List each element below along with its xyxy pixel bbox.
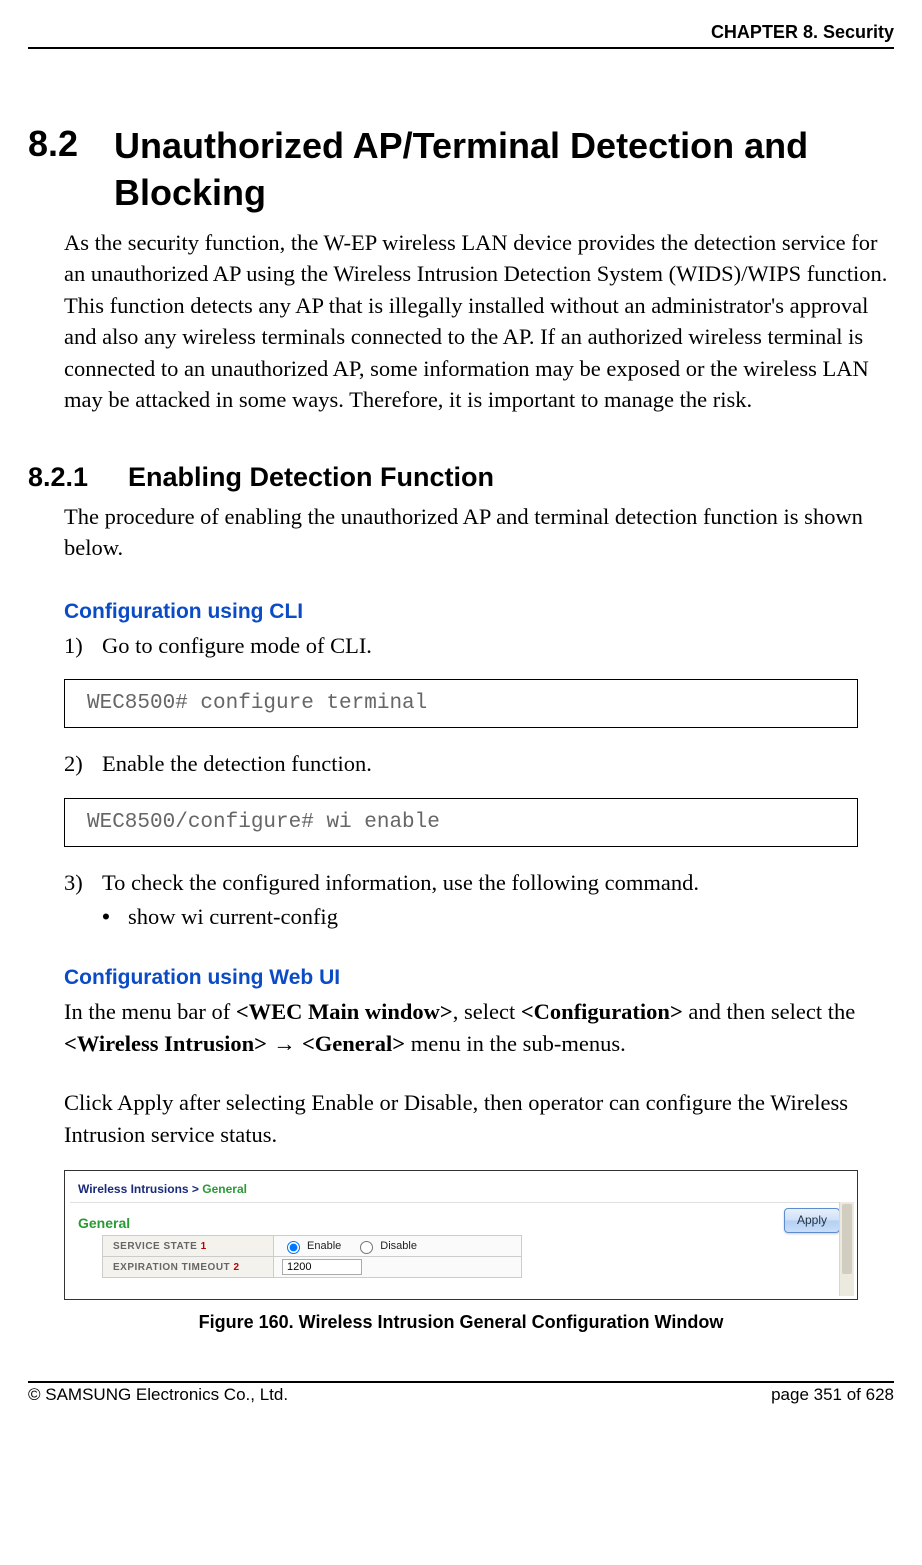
subsection-intro: The procedure of enabling the unauthoriz… [64, 501, 894, 564]
code-block: WEC8500# configure terminal [64, 679, 858, 728]
step-text: Go to configure mode of CLI. [102, 630, 372, 662]
copyright: © SAMSUNG Electronics Co., Ltd. [28, 1385, 288, 1405]
row-label: EXPIRATION TIMEOUT 2 [103, 1257, 274, 1278]
enable-label: Enable [307, 1240, 341, 1252]
list-item: 1) Go to configure mode of CLI. [64, 630, 894, 662]
list-item: 2) Enable the detection function. [64, 748, 894, 780]
page-number: page 351 of 628 [771, 1385, 894, 1405]
table-row: EXPIRATION TIMEOUT 2 [103, 1257, 522, 1278]
code-text: WEC8500# configure terminal [87, 692, 427, 715]
step-marker: 3) [64, 867, 102, 899]
code-block: WEC8500/configure# wi enable [64, 798, 858, 847]
divider [70, 1202, 852, 1203]
form-section-label: General [78, 1215, 834, 1231]
chapter-label: CHAPTER 8. Security [711, 22, 894, 43]
breadcrumb: Wireless Intrusions > General [68, 1174, 854, 1202]
expiration-timeout-input[interactable] [282, 1259, 362, 1275]
page-header: CHAPTER 8. Security [28, 0, 894, 43]
step-marker: 2) [64, 748, 102, 780]
subsection-heading: 8.2.1 Enabling Detection Function [28, 462, 894, 493]
webui-para-1: In the menu bar of <WEC Main window>, se… [64, 996, 894, 1059]
enable-radio[interactable] [287, 1241, 300, 1254]
section-title: Unauthorized AP/Terminal Detection and B… [114, 123, 894, 217]
webui-config-heading: Configuration using Web UI [64, 966, 894, 990]
disable-radio[interactable] [360, 1241, 373, 1254]
scrollbar[interactable] [839, 1202, 854, 1296]
section-number: 8.2 [28, 123, 114, 165]
bullet-item: show wi current-config [102, 904, 894, 930]
list-item: 3) To check the configured information, … [64, 867, 894, 899]
bullet-text: show wi current-config [128, 904, 338, 930]
breadcrumb-leaf: General [202, 1182, 247, 1196]
step-marker: 1) [64, 630, 102, 662]
step-text: Enable the detection function. [102, 748, 372, 780]
cli-config-heading: Configuration using CLI [64, 600, 894, 624]
webui-para-2: Click Apply after selecting Enable or Di… [64, 1087, 894, 1150]
apply-button[interactable]: Apply [784, 1208, 840, 1233]
disable-label: Disable [380, 1240, 417, 1252]
section-heading: 8.2 Unauthorized AP/Terminal Detection a… [28, 123, 894, 217]
row-label: SERVICE STATE 1 [103, 1236, 274, 1257]
step-text: To check the configured information, use… [102, 867, 699, 899]
subsection-title: Enabling Detection Function [128, 462, 494, 493]
page-footer: © SAMSUNG Electronics Co., Ltd. page 351… [28, 1383, 894, 1429]
figure-screenshot: Wireless Intrusions > General Apply Gene… [64, 1170, 858, 1300]
section-intro: As the security function, the W-EP wirel… [64, 227, 894, 416]
figure-caption: Figure 160. Wireless Intrusion General C… [28, 1312, 894, 1333]
subsection-number: 8.2.1 [28, 462, 128, 493]
table-row: SERVICE STATE 1 Enable Disable [103, 1236, 522, 1257]
breadcrumb-root: Wireless Intrusions [78, 1182, 189, 1196]
code-text: WEC8500/configure# wi enable [87, 811, 440, 834]
config-form-table: SERVICE STATE 1 Enable Disable EXPIRATIO… [102, 1235, 522, 1278]
